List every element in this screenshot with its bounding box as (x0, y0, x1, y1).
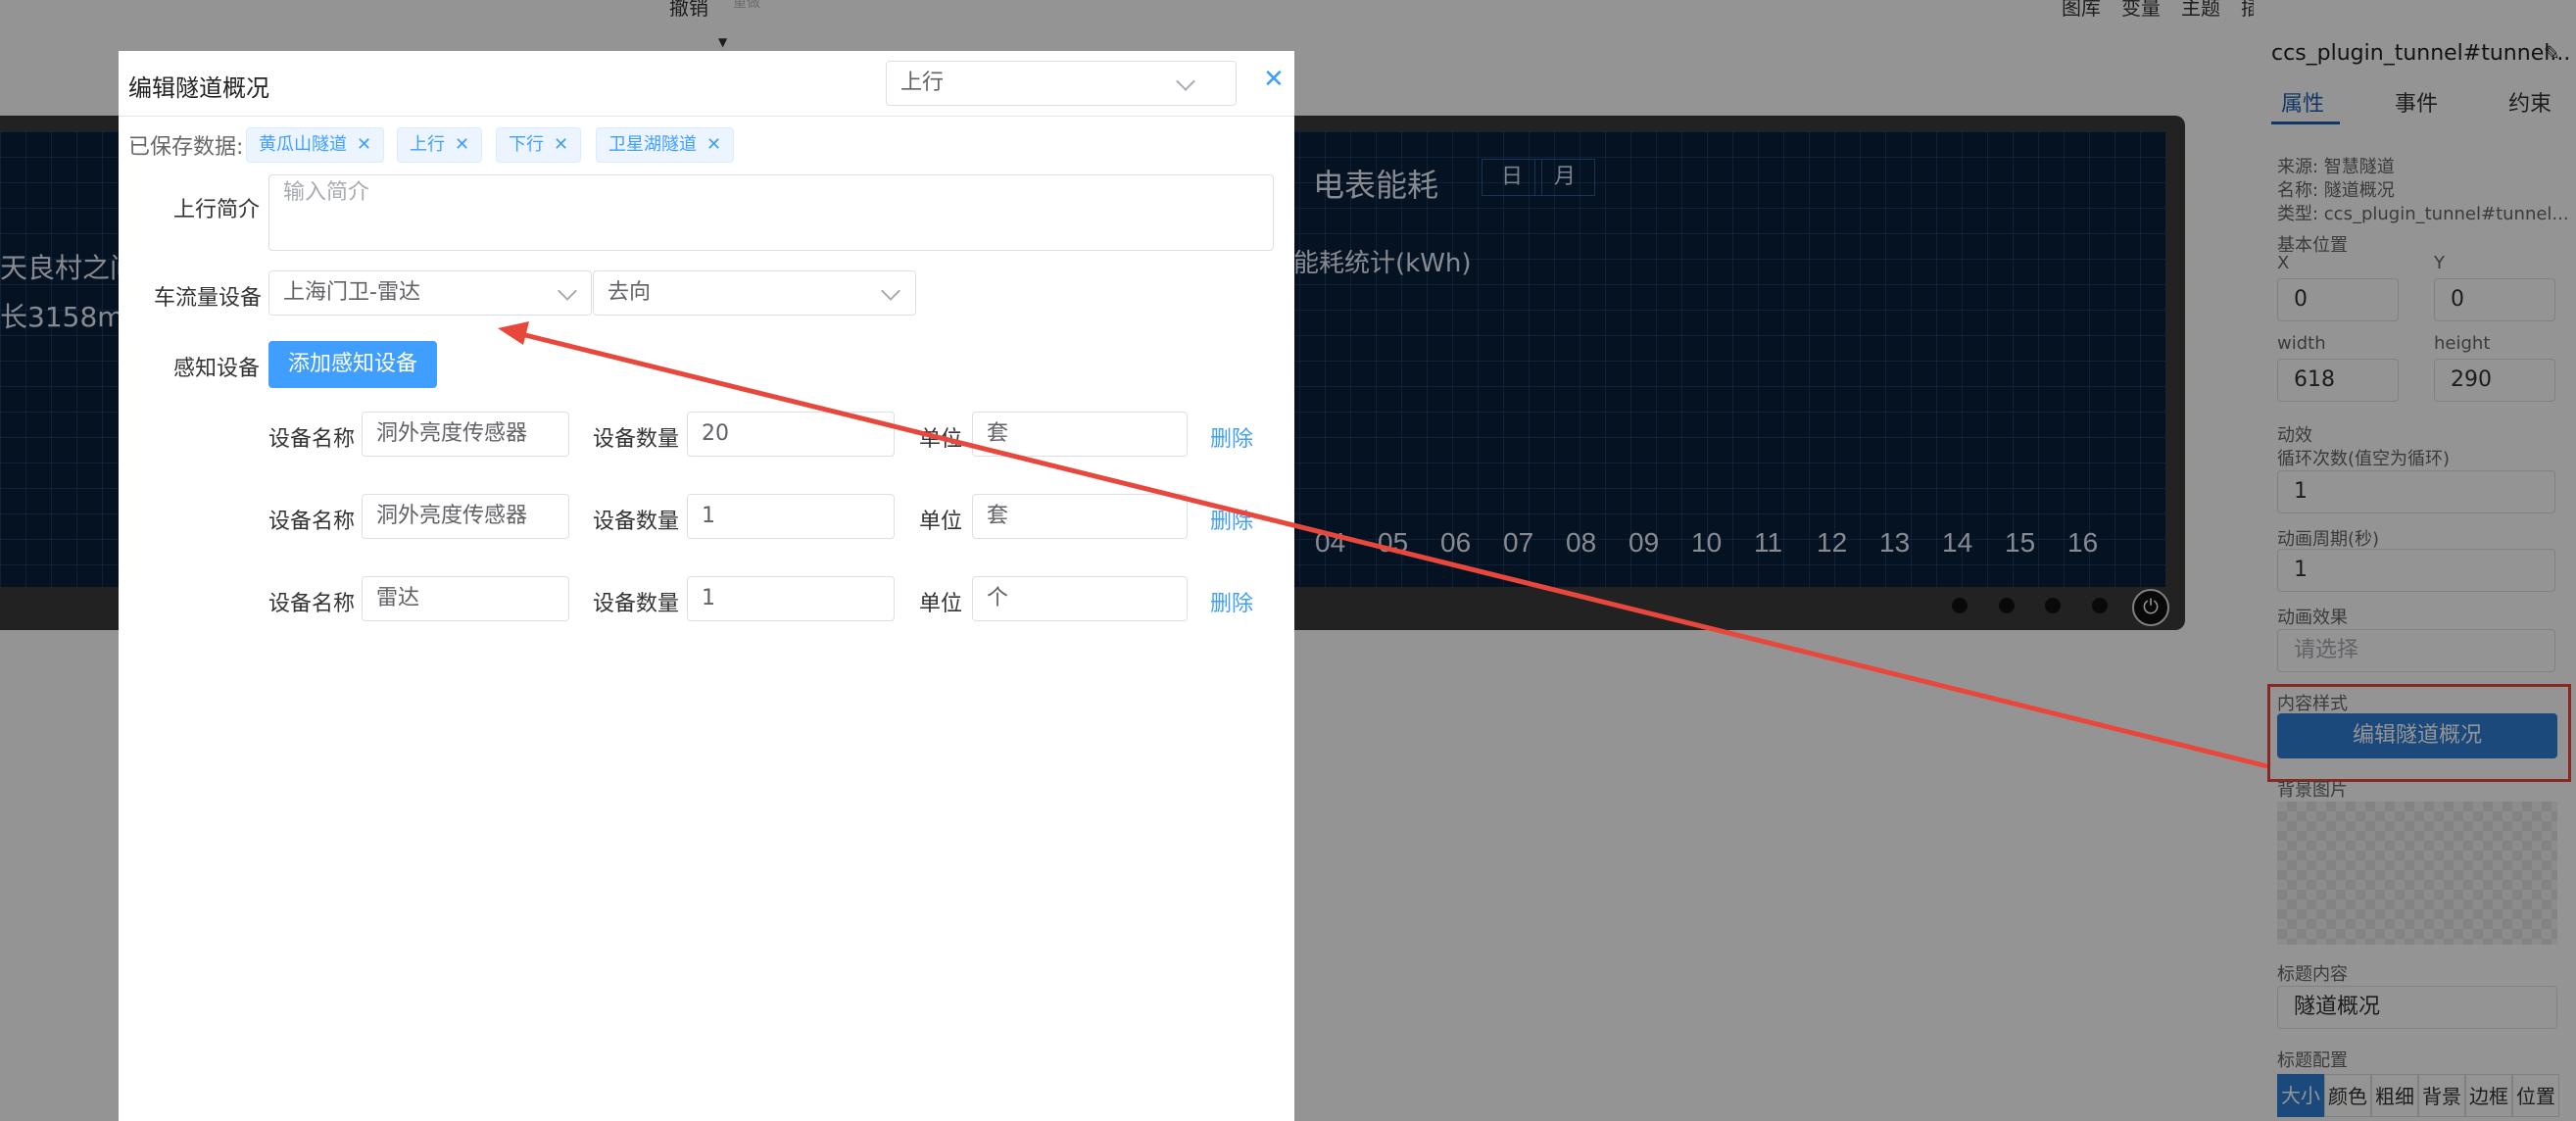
sense-device-label: 感知设备 (173, 357, 261, 381)
device-count-value: 20 (702, 421, 729, 446)
intro-textarea[interactable]: 输入简介 (268, 174, 1274, 251)
device-count-label: 设备数量 (593, 592, 680, 616)
edit-tunnel-dialog: 编辑隧道概况 上行 ✕ 已保存数据: 黄瓜山隧道 ✕ 上行 ✕ 下行 ✕ 卫星湖隧道 ✕… (119, 51, 1294, 1121)
device-count-value: 1 (702, 586, 715, 610)
close-icon[interactable]: ✕ (455, 134, 469, 155)
traffic-direction-value: 去向 (608, 280, 652, 305)
direction-select-value: 上行 (900, 71, 945, 95)
saved-tag[interactable]: 下行 ✕ (496, 127, 582, 163)
dialog-title: 编辑隧道概况 (128, 74, 269, 102)
close-icon[interactable]: ✕ (706, 134, 721, 155)
device-name-input[interactable]: 雷达 (362, 576, 569, 621)
device-name-input[interactable]: 洞外亮度传感器 (362, 494, 569, 539)
unit-label: 单位 (919, 592, 963, 616)
unit-input[interactable]: 套 (972, 494, 1188, 539)
unit-value: 套 (987, 421, 1009, 446)
saved-tag-label: 黄瓜山隧道 (259, 134, 347, 155)
device-count-input[interactable]: 1 (687, 494, 895, 539)
device-count-value: 1 (702, 504, 715, 528)
saved-tag[interactable]: 黄瓜山隧道 ✕ (246, 127, 385, 163)
device-name-label: 设备名称 (268, 592, 356, 616)
unit-input[interactable]: 个 (972, 576, 1188, 621)
intro-label: 上行简介 (173, 198, 261, 222)
delete-button[interactable]: 删除 (1210, 586, 1253, 617)
unit-label: 单位 (919, 427, 963, 452)
device-count-label: 设备数量 (593, 510, 680, 534)
saved-tag[interactable]: 上行 ✕ (397, 127, 483, 163)
unit-input[interactable]: 套 (972, 412, 1188, 457)
unit-label: 单位 (919, 510, 963, 534)
unit-value: 个 (987, 586, 1009, 610)
close-icon[interactable]: ✕ (1263, 65, 1285, 94)
close-icon[interactable]: ✕ (554, 134, 568, 155)
delete-button[interactable]: 删除 (1210, 504, 1253, 535)
saved-data-label: 已保存数据: (128, 135, 244, 160)
traffic-device-select[interactable]: 上海门卫-雷达 (268, 270, 592, 316)
device-name-value: 洞外亮度传感器 (376, 421, 528, 446)
intro-placeholder: 输入简介 (283, 180, 370, 205)
device-name-input[interactable]: 洞外亮度传感器 (362, 412, 569, 457)
device-name-value: 雷达 (376, 586, 420, 610)
unit-value: 套 (987, 504, 1009, 528)
add-sense-device-button[interactable]: 添加感知设备 (268, 341, 437, 388)
delete-button[interactable]: 删除 (1210, 421, 1253, 453)
device-count-input[interactable]: 1 (687, 576, 895, 621)
traffic-direction-select[interactable]: 去向 (593, 270, 916, 316)
device-count-input[interactable]: 20 (687, 412, 895, 457)
device-name-label: 设备名称 (268, 510, 356, 534)
traffic-device-value: 上海门卫-雷达 (283, 280, 420, 305)
device-name-label: 设备名称 (268, 427, 356, 452)
saved-tag-label: 卫星湖隧道 (608, 134, 697, 155)
saved-tag[interactable]: 卫星湖隧道 ✕ (596, 127, 735, 163)
saved-tag-label: 上行 (410, 134, 445, 155)
traffic-device-label: 车流量设备 (154, 286, 263, 311)
device-name-value: 洞外亮度传感器 (376, 504, 528, 528)
saved-tag-label: 下行 (509, 134, 544, 155)
close-icon[interactable]: ✕ (357, 134, 371, 155)
device-count-label: 设备数量 (593, 427, 680, 452)
